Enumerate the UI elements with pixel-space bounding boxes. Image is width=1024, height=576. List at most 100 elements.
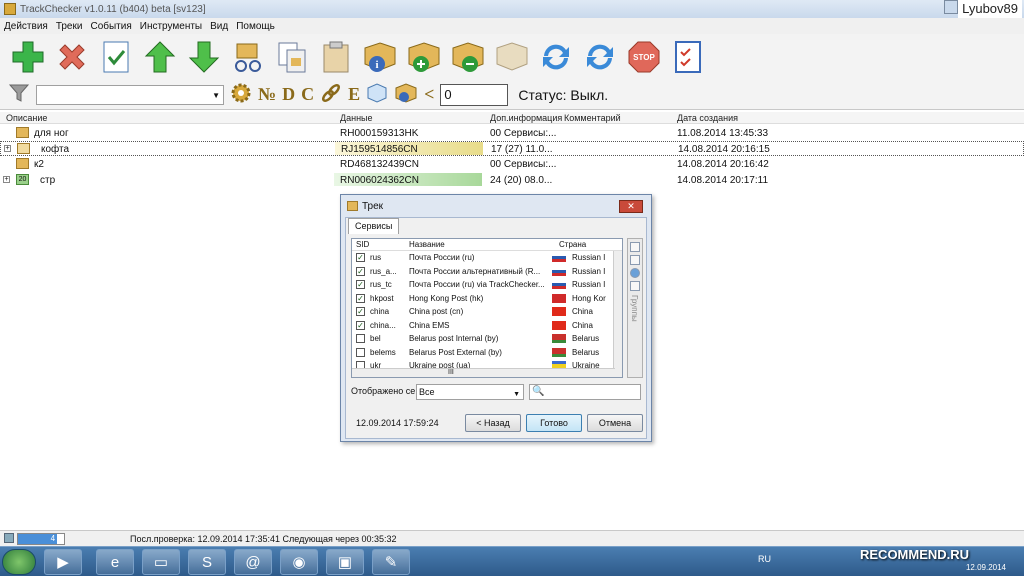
table-row-selected[interactable]: + кофта RJ159514856CN 17 (27) 11.0... 14…	[0, 141, 1024, 156]
track-remove-icon[interactable]	[450, 39, 486, 75]
link-icon[interactable]	[320, 82, 342, 107]
expand-icon[interactable]: +	[4, 145, 11, 152]
edit-check-icon[interactable]	[98, 39, 134, 75]
chrome-icon[interactable]: ◉	[280, 549, 318, 575]
refresh-icon[interactable]	[538, 39, 574, 75]
filter-c-button[interactable]: C	[301, 84, 314, 105]
service-sid: china...	[370, 320, 396, 330]
back-button[interactable]: < Назад	[465, 414, 521, 432]
column-data[interactable]: Данные	[340, 113, 373, 123]
filter-icon[interactable]	[8, 82, 30, 107]
add-icon[interactable]	[10, 39, 46, 75]
service-row[interactable]: ✓ rus Почта России (ru) Russian I	[352, 251, 622, 265]
column-sid[interactable]: SID	[356, 240, 369, 249]
start-button[interactable]	[2, 549, 36, 575]
search-input[interactable]: 🔍	[529, 384, 641, 400]
groups-label[interactable]: Группы	[630, 295, 639, 322]
column-country[interactable]: Страна	[559, 240, 586, 249]
stop-icon[interactable]: STOP	[626, 39, 662, 75]
settings-gear-icon[interactable]	[230, 82, 252, 107]
paint-icon[interactable]: ✎	[372, 549, 410, 575]
service-checkbox[interactable]: ✓	[356, 280, 365, 289]
done-button[interactable]: Готово	[526, 414, 582, 432]
tracks-grid: Описание Данные Доп.информация Комментар…	[0, 112, 1024, 186]
move-up-icon[interactable]	[142, 39, 178, 75]
internet-explorer-icon[interactable]: e	[96, 549, 134, 575]
service-checkbox[interactable]: ✓	[356, 266, 365, 276]
table-row[interactable]: для ног RH000159313HK 00 Сервисы:... 11.…	[0, 126, 1024, 141]
service-row[interactable]: ✓ china China post (cn) China	[352, 305, 622, 319]
window-control-button[interactable]	[944, 0, 958, 14]
service-checkbox[interactable]: ✓	[356, 307, 365, 316]
media-player-icon[interactable]: ▶	[44, 549, 82, 575]
services-list[interactable]: SID Название Страна ✓ rus Почта России (ru…	[351, 238, 623, 378]
service-row[interactable]: ✓ rus_tc Почта России (ru) via TrackChecke…	[352, 278, 622, 292]
filter-number-button[interactable]: №	[258, 84, 276, 105]
delete-icon[interactable]	[54, 39, 90, 75]
track-check-disabled-icon[interactable]	[494, 39, 530, 75]
trackchecker-task-icon[interactable]: ▣	[326, 549, 364, 575]
horizontal-scrollbar[interactable]: III	[352, 368, 615, 377]
refresh-all-icon[interactable]	[582, 39, 618, 75]
service-row[interactable]: bel Belarus post Internal (by) Belarus	[352, 332, 622, 346]
service-row[interactable]: ✓ china... China EMS China	[352, 319, 622, 333]
count-input[interactable]: 0	[440, 83, 509, 106]
move-down-icon[interactable]	[186, 39, 222, 75]
tab-strip: Сервисы	[346, 218, 646, 234]
service-row[interactable]: ✓ rus_a... Почта России альтернативный (R.…	[352, 265, 622, 279]
service-sid: rus_a...	[370, 266, 397, 276]
menu-events[interactable]: События	[90, 21, 131, 32]
service-row[interactable]: ✓ hkpost Hong Kong Post (hk) Hong Kor	[352, 292, 622, 306]
tab-services[interactable]: Сервисы	[348, 218, 400, 234]
service-row[interactable]: belems Belarus Post External (by) Belarus	[352, 346, 622, 360]
file-explorer-icon[interactable]: ▭	[142, 549, 180, 575]
skype-icon[interactable]: S	[188, 549, 226, 575]
column-name[interactable]: Название	[409, 240, 445, 249]
service-checkbox[interactable]	[356, 334, 365, 343]
less-than-button[interactable]: <	[424, 84, 434, 105]
service-checkbox[interactable]: ✓	[356, 253, 365, 262]
info-box-icon[interactable]	[394, 82, 418, 107]
cancel-button[interactable]: Отмена	[587, 414, 643, 432]
table-row[interactable]: + 20 стр RN006024362CN 24 (20) 08.0... 1…	[0, 173, 1024, 188]
mail-agent-icon[interactable]: @	[234, 549, 272, 575]
grid-icon[interactable]	[630, 281, 640, 291]
close-icon[interactable]: ✕	[619, 200, 643, 213]
globe-icon[interactable]	[630, 268, 640, 278]
menu-help[interactable]: Помощь	[236, 21, 275, 32]
filter-combo[interactable]: ▼	[36, 84, 224, 105]
search-icon: 🔍	[532, 386, 545, 397]
country-flag-icon	[552, 266, 566, 276]
filter-d-button[interactable]: D	[282, 84, 295, 105]
vertical-scrollbar[interactable]	[613, 251, 622, 377]
language-indicator[interactable]: RU	[758, 554, 771, 564]
tag-icon[interactable]	[630, 255, 640, 265]
menu-tools[interactable]: Инструменты	[140, 21, 202, 32]
service-checkbox[interactable]	[356, 347, 365, 357]
menu-view[interactable]: Вид	[210, 21, 228, 32]
box-icon[interactable]	[366, 82, 388, 107]
checklist-icon[interactable]	[670, 39, 706, 75]
service-checkbox[interactable]: ✓	[356, 293, 365, 303]
copy-icon[interactable]	[274, 39, 310, 75]
service-checkbox[interactable]: ✓	[356, 320, 365, 330]
display-combo[interactable]: Все ▼	[416, 384, 524, 400]
dialog-body: Сервисы SID Название Страна ✓ rus Почта Ро…	[345, 217, 647, 439]
column-description[interactable]: Описание	[6, 113, 47, 123]
cut-icon[interactable]	[230, 39, 266, 75]
column-created-date[interactable]: Дата создания	[677, 113, 738, 123]
column-extra-info[interactable]: Доп.информация	[490, 113, 562, 123]
row-description: стр	[40, 175, 56, 186]
paste-icon[interactable]	[318, 39, 354, 75]
column-comment[interactable]: Комментарий	[564, 113, 621, 123]
menu-tracks[interactable]: Треки	[56, 21, 83, 32]
country-flag-icon	[552, 320, 566, 330]
menu-actions[interactable]: Действия	[4, 21, 48, 32]
filter-e-button[interactable]: E	[348, 84, 360, 105]
menu-bar: Действия Треки События Инструменты Вид П…	[0, 18, 1024, 34]
collapse-icon[interactable]	[630, 242, 640, 252]
track-add-icon[interactable]	[406, 39, 442, 75]
expand-icon[interactable]: +	[3, 176, 10, 183]
track-info-icon[interactable]: i	[362, 39, 398, 75]
table-row[interactable]: к2 RD468132439CN 00 Сервисы:... 14.08.20…	[0, 157, 1024, 172]
